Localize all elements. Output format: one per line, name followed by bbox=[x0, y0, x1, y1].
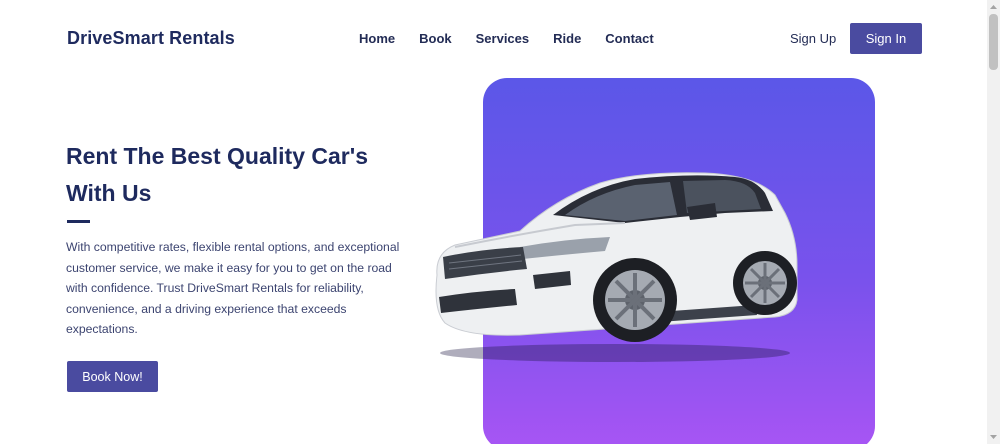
triangle-up-icon[interactable] bbox=[988, 2, 999, 12]
nav-link-book[interactable]: Book bbox=[419, 31, 452, 46]
title-underline bbox=[67, 220, 90, 223]
car-image bbox=[435, 172, 798, 362]
nav-links: Home Book Services Ride Contact bbox=[359, 31, 678, 46]
navbar: DriveSmart Rentals Home Book Services Ri… bbox=[0, 0, 987, 78]
book-now-button[interactable]: Book Now! bbox=[67, 361, 158, 392]
nav-link-ride[interactable]: Ride bbox=[553, 31, 581, 46]
nav-link-services[interactable]: Services bbox=[476, 31, 530, 46]
hero-description: With competitive rates, flexible rental … bbox=[66, 240, 400, 336]
scrollbar-thumb[interactable] bbox=[989, 14, 998, 70]
hero-title-line2: With Us bbox=[66, 180, 152, 206]
brand-logo[interactable]: DriveSmart Rentals bbox=[67, 28, 235, 49]
signin-button[interactable]: Sign In bbox=[850, 23, 922, 54]
signup-link[interactable]: Sign Up bbox=[790, 31, 836, 46]
hero-title: Rent The Best Quality Car's With Us bbox=[66, 138, 446, 212]
hero-title-line1: Rent The Best Quality Car's bbox=[66, 143, 368, 169]
triangle-down-icon[interactable] bbox=[988, 432, 999, 442]
nav-link-home[interactable]: Home bbox=[359, 31, 395, 46]
nav-link-contact[interactable]: Contact bbox=[605, 31, 653, 46]
